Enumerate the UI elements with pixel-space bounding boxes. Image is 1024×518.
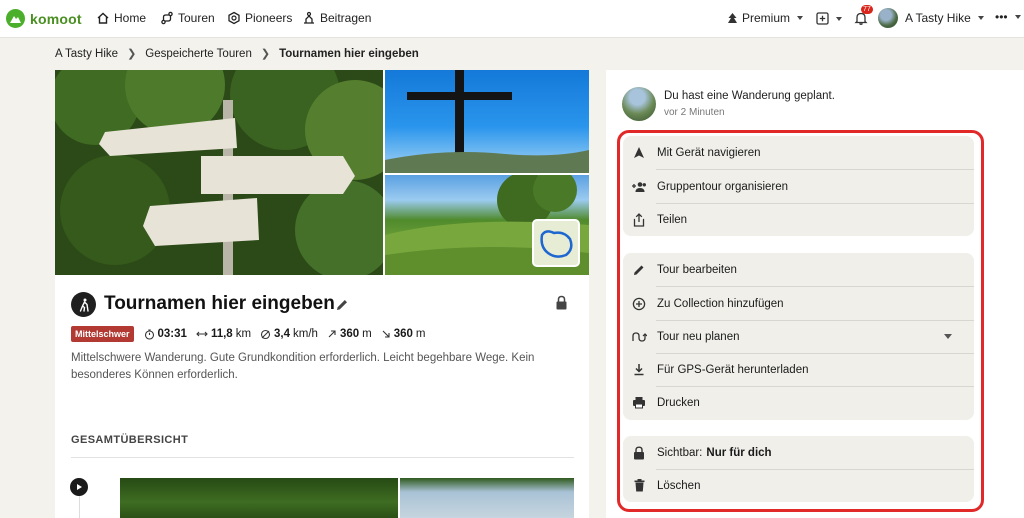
more-icon: ••• (995, 10, 1008, 24)
premium-label: Premium (742, 11, 791, 25)
breadcrumb-current: Tournamen hier eingeben (279, 47, 419, 60)
komoot-logo[interactable]: komoot (6, 9, 82, 28)
nav-beitragen[interactable]: Beitragen (302, 11, 371, 25)
nav-beitragen-label: Beitragen (320, 11, 372, 25)
pioneer-icon (227, 11, 241, 25)
distance-unit: km (235, 328, 252, 340)
divider (71, 457, 574, 458)
difficulty-badge: Mittelschwer (71, 326, 134, 342)
lock-icon (555, 295, 568, 310)
brand-name: komoot (30, 10, 82, 27)
duration-stat: 03:31 (144, 328, 187, 340)
activity-timestamp: vor 2 Minuten (664, 107, 725, 118)
chevron-down-icon (836, 16, 842, 21)
premium-icon (727, 12, 738, 24)
descent-unit: m (415, 328, 426, 340)
tour-photo-signpost[interactable] (55, 70, 383, 275)
speed-stat: 3,4 km/h (260, 328, 318, 340)
notification-count-badge: 77 (861, 5, 873, 14)
avatar[interactable] (622, 87, 656, 121)
breadcrumb: A Tasty Hike ❯ Gespeicherte Touren ❯ Tou… (55, 47, 419, 61)
contribute-icon (302, 11, 316, 25)
overview-heading: GESAMTÜBERSICHT (71, 434, 189, 446)
tour-title: Tournamen hier eingeben (104, 293, 335, 314)
speed-unit: km/h (293, 328, 318, 340)
hiking-icon (71, 292, 96, 317)
edit-title-icon[interactable] (335, 298, 349, 312)
ascent-unit: m (362, 328, 372, 340)
highlight-annotation (617, 130, 984, 512)
home-icon (96, 11, 110, 25)
tour-map-thumbnail[interactable] (532, 219, 580, 267)
chevron-right-icon: ❯ (260, 48, 271, 60)
activity-message: Du hast eine Wanderung geplant. (664, 90, 835, 102)
avatar[interactable] (878, 8, 898, 28)
premium-menu[interactable]: Premium (727, 11, 804, 25)
stopwatch-icon (144, 328, 155, 340)
plus-square-icon (816, 12, 829, 25)
distance-stat: 11,8 km (196, 328, 251, 340)
route-icon (160, 11, 174, 25)
ascent-value: 360 (339, 328, 360, 340)
nav-pioneers[interactable]: Pioneers (227, 11, 292, 25)
user-name: A Tasty Hike (905, 11, 971, 25)
breadcrumb-user[interactable]: A Tasty Hike (55, 48, 118, 60)
chevron-down-icon (977, 16, 984, 20)
nav-touren-label: Touren (178, 11, 215, 25)
ascent-stat: 360 m (327, 328, 372, 340)
distance-value: 11,8 (210, 328, 233, 340)
top-navigation: komoot Home Touren Pioneers Beitragen Pr… (0, 0, 1024, 38)
nav-home[interactable]: Home (96, 11, 146, 25)
average-icon (260, 329, 271, 340)
play-button[interactable] (70, 478, 88, 496)
duration-value: 03:31 (157, 328, 187, 340)
breadcrumb-saved-tours[interactable]: Gespeicherte Touren (145, 48, 252, 60)
chevron-down-icon (797, 16, 804, 20)
chevron-down-icon (1014, 15, 1021, 19)
tour-stats: Mittelschwer 03:31 11,8 km 3,4 km/h 360 … (71, 326, 435, 342)
tour-photo-cross[interactable] (385, 70, 589, 173)
arrow-down-right-icon (381, 329, 391, 339)
create-menu[interactable] (816, 12, 842, 25)
speed-value: 3,4 (274, 328, 291, 340)
more-menu[interactable]: ••• (995, 10, 1021, 24)
arrow-up-right-icon (327, 329, 337, 339)
tour-description: Mittelschwere Wanderung. Gute Grundkondi… (71, 352, 535, 381)
overview-photo-forest[interactable] (120, 478, 398, 518)
nav-home-label: Home (114, 11, 147, 25)
user-menu[interactable]: A Tasty Hike (905, 11, 984, 25)
overview-photo-sky[interactable] (400, 478, 574, 518)
nav-touren[interactable]: Touren (160, 11, 215, 25)
distance-arrows-icon (196, 329, 208, 339)
nav-pioneers-label: Pioneers (245, 11, 293, 25)
komoot-logo-icon (6, 9, 25, 28)
timeline-line (79, 496, 80, 518)
chevron-right-icon: ❯ (127, 48, 137, 60)
descent-value: 360 (393, 328, 413, 340)
descent-stat: 360 m (381, 328, 426, 340)
